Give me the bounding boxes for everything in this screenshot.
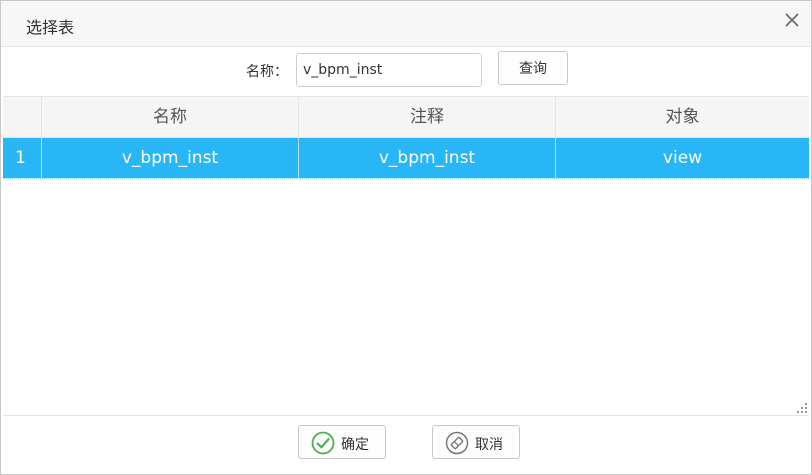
check-circle-icon [311,431,335,455]
row-object: view [662,148,703,168]
confirm-label: 确定 [341,437,369,453]
header-object[interactable]: 对象 [556,97,809,137]
query-button[interactable]: 查询 [498,51,568,85]
table-row[interactable]: 1 v_bpm_inst v_bpm_inst view [3,138,809,179]
cancel-button[interactable]: 取消 [432,425,520,459]
search-row: 名称： 查询 [1,47,811,95]
confirm-button[interactable]: 确定 [298,425,386,459]
dialog-title: 选择表 [26,18,75,37]
search-label: 名称： [246,64,288,80]
row-divider [3,177,809,179]
close-icon[interactable] [783,11,801,29]
header-index-cell [3,97,42,137]
header-comment[interactable]: 注释 [299,97,556,137]
row-index: 1 [3,138,42,178]
table-header: 名称 注释 对象 [3,97,809,138]
row-comment: v_bpm_inst [299,138,556,178]
table-grid: 名称 注释 对象 1 v_bpm_inst v_bpm_inst view [3,96,809,416]
search-input[interactable] [296,53,482,87]
header-name[interactable]: 名称 [42,97,299,137]
select-table-dialog: 选择表 名称： 查询 名称 注释 对象 1 v_bpm_inst v_bpm_i… [0,0,812,475]
row-name: v_bpm_inst [42,138,299,178]
cancel-label: 取消 [475,437,503,453]
resize-grip-icon[interactable] [796,399,808,413]
dialog-titlebar: 选择表 [1,1,811,47]
eraser-icon [445,431,469,455]
